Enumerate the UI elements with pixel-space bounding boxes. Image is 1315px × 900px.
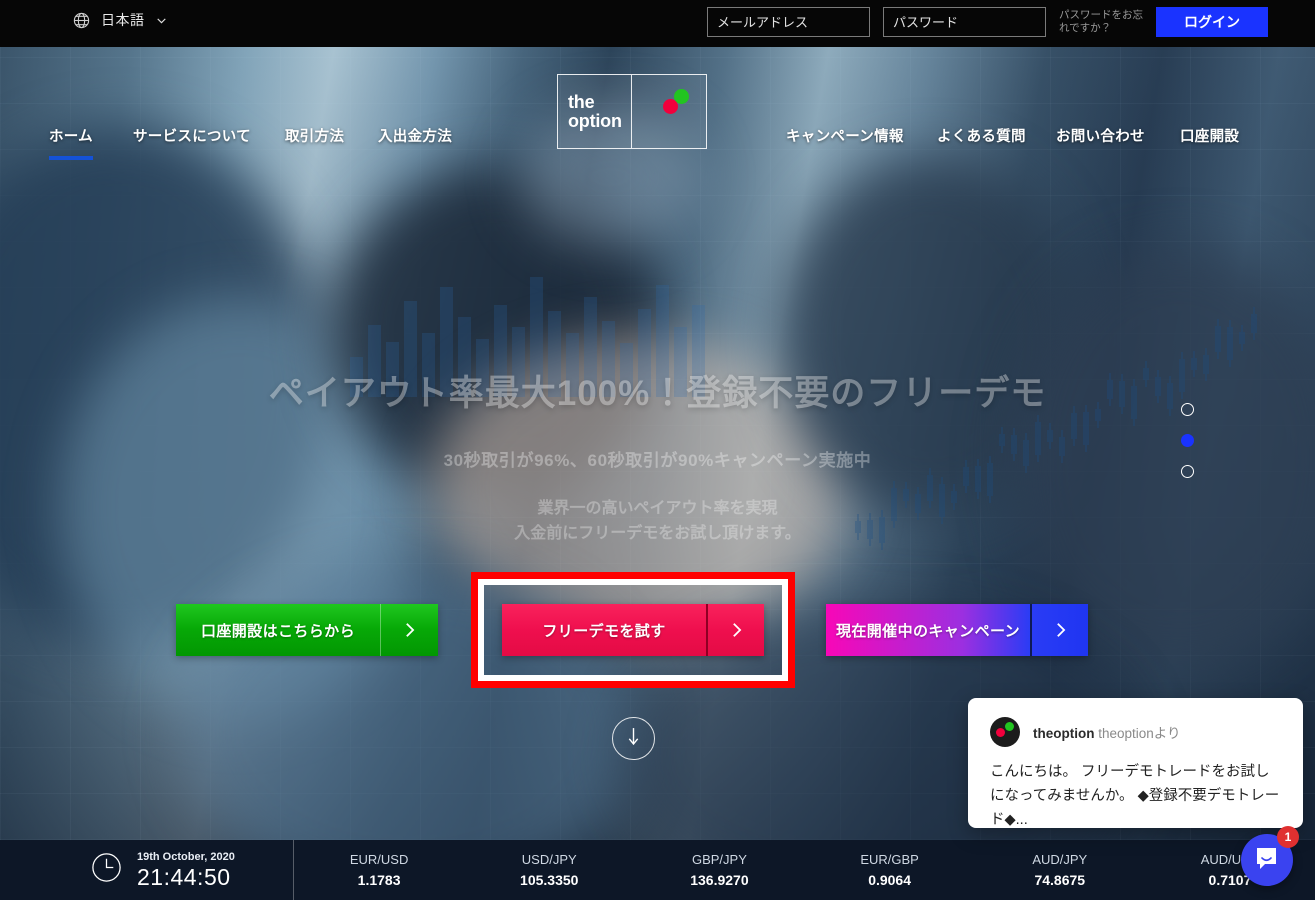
forgot-password-link[interactable]: パスワードをお忘れですか？	[1059, 9, 1143, 35]
chevron-right-icon	[1030, 604, 1088, 656]
intercom-sender: theoption theoptionより	[1033, 722, 1181, 742]
hero-headline: ペイアウト率最大100%！登録不要のフリーデモ	[268, 374, 1047, 413]
carousel-dot-2[interactable]	[1181, 434, 1194, 447]
background-candle	[1215, 318, 1221, 359]
email-field[interactable]	[707, 7, 870, 37]
currency-pair-item[interactable]: AUD/JPY 74.8675	[975, 850, 1145, 891]
intercom-message-body: こんにちは。 フリーデモトレードをお試しになってみませんか。 ◆登録不要デモトレ…	[990, 764, 1280, 828]
pair-rate: 74.8675	[1034, 871, 1086, 888]
ticker-date: 19th October, 2020	[137, 850, 235, 863]
carousel-dot-1[interactable]	[1181, 403, 1194, 416]
nav-item-deposit[interactable]: 入出金方法	[378, 125, 452, 146]
logo-mark	[632, 75, 706, 148]
pair-symbol: USD/JPY	[521, 851, 577, 867]
pair-symbol: EUR/GBP	[860, 851, 919, 867]
nav-item-faq[interactable]: よくある質問	[937, 125, 1026, 146]
page-root: 日本語 パスワードをお忘れですか？ ログイン the option ホーム サー…	[0, 0, 1315, 900]
hero-paragraph-line-2: 入金前にフリーデモをお試し頂けます。	[514, 525, 801, 542]
hero-copy: ペイアウト率最大100%！登録不要のフリーデモ 30秒取引が96%、60秒取引が…	[0, 365, 1315, 546]
avatar-green-dot-icon	[1005, 722, 1014, 731]
nav-item-open-account[interactable]: 口座開設	[1180, 125, 1239, 146]
clock-icon	[90, 851, 123, 889]
language-label: 日本語	[101, 12, 145, 28]
pair-symbol: EUR/USD	[349, 851, 409, 867]
nav-item-campaign[interactable]: キャンペーン情報	[786, 125, 904, 146]
intercom-message-popup[interactable]: theoption theoptionより こんにちは。 フリーデモトレードをお…	[968, 698, 1303, 828]
background-candle	[1239, 325, 1245, 352]
open-account-button-label: 口座開設はこちらから	[200, 622, 355, 640]
site-logo[interactable]: the option	[557, 74, 707, 149]
pair-rate: 0.9064	[868, 871, 912, 888]
logo-wordmark: the option	[558, 75, 633, 148]
campaign-button[interactable]: 現在開催中のキャンペーン	[826, 604, 1088, 656]
carousel-dots	[1181, 403, 1194, 496]
logo-line-1: the	[568, 91, 595, 112]
logo-red-dot-icon	[663, 99, 678, 114]
password-field[interactable]	[883, 7, 1046, 37]
pair-symbol: GBP/JPY	[691, 851, 747, 867]
hero-paragraph-line-1: 業界一の高いペイアウト率を実現	[537, 500, 778, 517]
login-button[interactable]: ログイン	[1156, 7, 1268, 37]
campaign-button-label: 現在開催中のキャンペーン	[835, 622, 1021, 640]
pair-rate: 136.9270	[690, 871, 749, 888]
currency-pair-item[interactable]: EUR/USD 1.1783	[294, 850, 464, 891]
carousel-dot-3[interactable]	[1181, 465, 1194, 478]
intercom-unread-badge: 1	[1277, 826, 1299, 848]
intercom-sender-name: theoption	[1033, 726, 1095, 741]
avatar-red-dot-icon	[996, 728, 1005, 737]
avatar	[990, 717, 1020, 747]
annotation-highlight-inner	[478, 579, 788, 681]
background-candle	[1251, 306, 1257, 340]
intercom-header: theoption theoptionより	[990, 717, 1281, 747]
nav-item-contact[interactable]: お問い合わせ	[1056, 125, 1145, 146]
pair-rate: 105.3350	[520, 871, 579, 888]
currency-pairs: EUR/USD 1.1783 USD/JPY 105.3350 GBP/JPY …	[294, 850, 1315, 891]
hero-subheadline: 30秒取引が96%、60秒取引が90%キャンペーン実施中	[443, 451, 872, 470]
currency-pair-item[interactable]: USD/JPY 105.3350	[464, 850, 634, 891]
currency-pair-item[interactable]: GBP/JPY 136.9270	[634, 850, 804, 891]
scroll-down-button[interactable]	[612, 717, 655, 760]
nav-item-home[interactable]: ホーム	[49, 125, 93, 160]
chat-bubble-icon	[1254, 845, 1280, 876]
globe-icon	[72, 11, 91, 30]
login-area: パスワードをお忘れですか？ ログイン	[707, 7, 1268, 37]
currency-pair-item[interactable]: EUR/GBP 0.9064	[805, 850, 975, 891]
ticker-time: 21:44:50	[137, 863, 231, 890]
top-bar: 日本語 パスワードをお忘れですか？ ログイン	[0, 0, 1315, 47]
chevron-down-icon	[155, 14, 167, 26]
arrow-down-icon	[626, 726, 641, 752]
nav-item-services[interactable]: サービスについて	[133, 125, 251, 146]
annotation-highlight-box	[471, 572, 795, 688]
background-candle	[1227, 320, 1233, 368]
hero-paragraph: 業界一の高いペイアウト率を実現 入金前にフリーデモをお試し頂けます。	[0, 496, 1315, 546]
pair-rate: 1.1783	[357, 871, 401, 888]
intercom-sender-suffix: theoptionより	[1098, 726, 1181, 741]
logo-line-2: option	[568, 110, 622, 131]
clock-text: 19th October, 2020 21:44:50	[137, 851, 235, 890]
chevron-right-icon	[380, 604, 438, 656]
nav-item-trading[interactable]: 取引方法	[285, 125, 344, 146]
language-selector[interactable]: 日本語	[72, 10, 167, 30]
open-account-button[interactable]: 口座開設はこちらから	[176, 604, 438, 656]
pair-symbol: AUD/JPY	[1032, 851, 1088, 867]
ticker-clock: 19th October, 2020 21:44:50	[0, 840, 294, 900]
rates-ticker-bar: 19th October, 2020 21:44:50 EUR/USD 1.17…	[0, 840, 1315, 900]
